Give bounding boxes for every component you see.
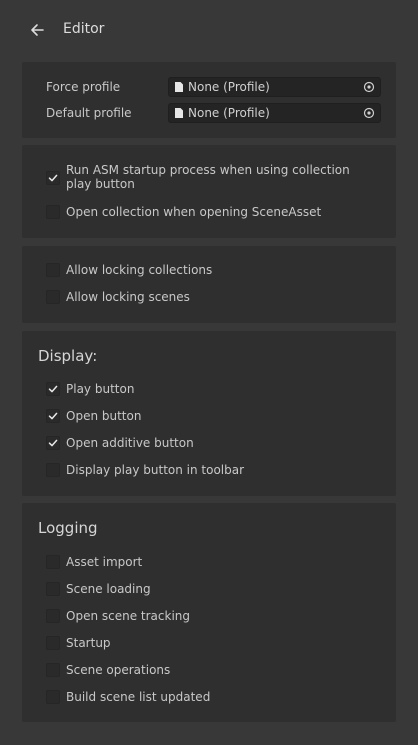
scene-operations-checkbox[interactable] [46,663,60,677]
startup-panel: Run ASM startup process when using colle… [22,145,396,238]
force-profile-value: None (Profile) [188,80,270,94]
run-asm-startup-label: Run ASM startup process when using colle… [66,163,350,191]
force-profile-field[interactable]: None (Profile) [168,77,381,97]
logging-panel: Logging Asset import Scene loading Open … [22,503,396,722]
locking-panel: Allow locking collections Allow locking … [22,246,396,323]
display-option-label: Play button [66,382,135,396]
allow-locking-collections-checkbox[interactable] [46,263,60,277]
display-option-label: Open additive button [66,436,194,450]
logging-option-label: Asset import [66,555,143,569]
scene-loading-checkbox[interactable] [46,582,60,596]
checkmark-icon [48,439,58,447]
allow-locking-scenes-label: Allow locking scenes [66,290,190,304]
checkmark-icon [48,385,58,393]
checkmark-icon [48,174,58,182]
back-button[interactable] [28,20,46,40]
display-option-label: Open button [66,409,142,423]
toolbar-play-button-checkbox[interactable] [46,463,60,477]
logging-section-title: Logging [38,519,98,537]
allow-locking-scenes-checkbox[interactable] [46,290,60,304]
file-icon [175,108,183,118]
file-icon [175,82,183,92]
play-button-checkbox[interactable] [46,382,60,396]
page-title: Editor [63,21,105,37]
default-profile-row: Default profile None (Profile) [22,102,396,124]
profiles-panel: Force profile None (Profile) Default pro… [22,62,396,138]
default-profile-value: None (Profile) [188,106,270,120]
logging-option-label: Scene loading [66,582,151,596]
asset-import-checkbox[interactable] [46,555,60,569]
open-button-checkbox[interactable] [46,409,60,423]
arrow-left-icon [31,24,44,36]
default-profile-label: Default profile [46,106,132,120]
logging-option-label: Startup [66,636,111,650]
header: Editor [0,0,418,60]
open-additive-button-checkbox[interactable] [46,436,60,450]
force-profile-label: Force profile [46,80,121,94]
build-scene-list-updated-checkbox[interactable] [46,690,60,704]
object-picker-icon[interactable] [363,107,375,119]
logging-option-label: Scene operations [66,663,171,677]
force-profile-row: Force profile None (Profile) [22,76,396,98]
display-panel: Display: Play button Open button Open ad… [22,331,396,496]
open-collection-checkbox[interactable] [46,205,60,219]
open-scene-tracking-checkbox[interactable] [46,609,60,623]
logging-option-label: Build scene list updated [66,690,211,704]
checkmark-icon [48,412,58,420]
open-collection-label: Open collection when opening SceneAsset [66,205,322,219]
allow-locking-collections-label: Allow locking collections [66,263,213,277]
object-picker-icon[interactable] [363,81,375,93]
display-section-title: Display: [38,347,98,365]
run-asm-startup-checkbox[interactable] [46,171,60,185]
default-profile-field[interactable]: None (Profile) [168,103,381,123]
logging-option-label: Open scene tracking [66,609,190,623]
startup-checkbox[interactable] [46,636,60,650]
display-option-label: Display play button in toolbar [66,463,245,477]
